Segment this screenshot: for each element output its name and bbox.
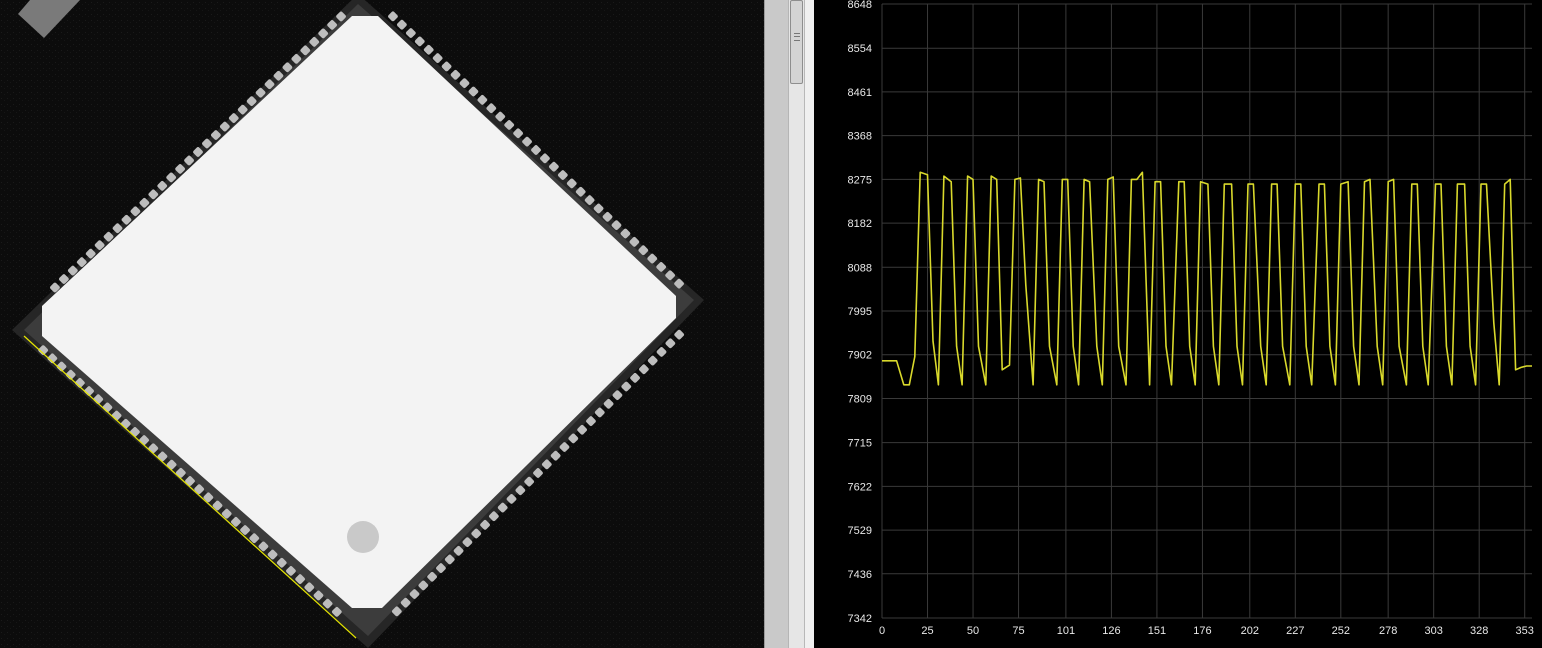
x-tick-label: 176 — [1193, 625, 1211, 637]
y-tick-label: 7995 — [848, 306, 872, 318]
profile-chart: 8648 8554 8461 8368 8275 8182 8088 7995 7902 7809… — [848, 0, 1534, 637]
y-tick-label: 7622 — [848, 481, 872, 493]
vertical-scrollbar[interactable] — [788, 0, 804, 648]
y-tick-label: 8182 — [848, 218, 872, 230]
y-tick-label: 7342 — [848, 613, 872, 625]
y-tick-label: 7715 — [848, 438, 872, 450]
x-tick-label: 0 — [879, 625, 885, 637]
x-tick-label: 252 — [1332, 625, 1350, 637]
y-tick-label: 8088 — [848, 262, 872, 274]
y-tick-label: 8368 — [848, 131, 872, 143]
series-line — [882, 171, 1532, 386]
pin1-marker — [347, 521, 379, 553]
y-tick-label: 7809 — [848, 393, 872, 405]
x-tick-label: 202 — [1241, 625, 1259, 637]
x-tick-label: 303 — [1425, 625, 1443, 637]
y-tick-label: 8554 — [848, 43, 872, 55]
x-tick-label: 227 — [1286, 625, 1304, 637]
y-tick-label: 8461 — [848, 87, 872, 99]
profile-plot-panel: 8648 8554 8461 8368 8275 8182 8088 7995 7902 7809… — [814, 0, 1542, 648]
xray-image-panel — [0, 0, 764, 648]
y-tick-label: 8648 — [848, 0, 872, 11]
x-tick-label: 75 — [1012, 625, 1024, 637]
y-tick-label: 8275 — [848, 174, 872, 186]
xray-chip-image — [0, 0, 764, 648]
x-tick-label: 126 — [1102, 625, 1120, 637]
scrollbar-thumb[interactable] — [790, 0, 803, 84]
x-tick-label: 25 — [921, 625, 933, 637]
x-tick-label: 278 — [1379, 625, 1397, 637]
x-tick-label: 328 — [1470, 625, 1488, 637]
x-tick-label: 151 — [1148, 625, 1166, 637]
panel-splitter[interactable] — [764, 0, 788, 648]
y-tick-label: 7902 — [848, 350, 872, 362]
x-tick-label: 50 — [967, 625, 979, 637]
grip-icon — [794, 33, 800, 41]
x-tick-label: 353 — [1516, 625, 1534, 637]
x-tick-label: 101 — [1057, 625, 1075, 637]
y-tick-label: 7529 — [848, 525, 872, 537]
y-tick-label: 7436 — [848, 569, 872, 581]
panel-border — [804, 0, 814, 648]
